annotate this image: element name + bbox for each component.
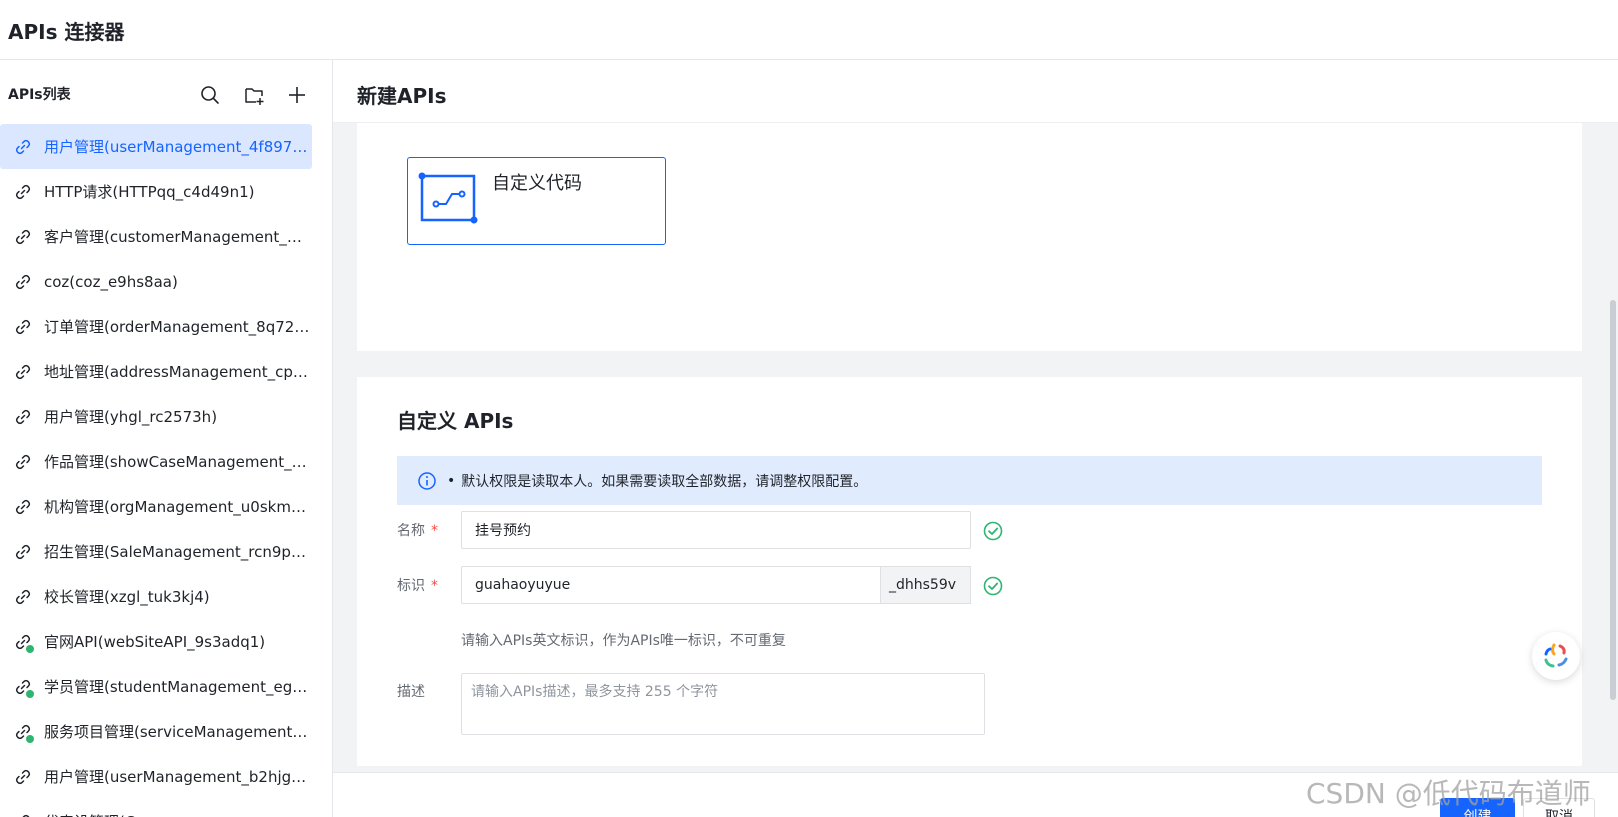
api-list-item-label: 代表设管理(Company... (44, 811, 208, 817)
api-list-item[interactable]: 机构管理(orgManagement_u0skmr2) (0, 484, 332, 529)
name-label: 名称 * (397, 520, 438, 540)
identifier-suffix: _dhhs59v (881, 566, 971, 604)
api-list-item[interactable]: 招生管理(SaleManagement_rcn9py4) (0, 529, 332, 574)
permission-notice: • 默认权限是读取本人。如果需要读取全部数据，请调整权限配置。 (397, 456, 1542, 505)
name-input[interactable] (461, 511, 971, 549)
api-list-item-label: 用户管理(userManagement_4f8978b) (44, 138, 310, 156)
api-list-item-label: coz(coz_e9hs8aa) (44, 272, 178, 291)
new-folder-icon[interactable] (243, 84, 265, 106)
scrollbar-thumb[interactable] (1610, 300, 1616, 700)
api-list-item-label: 校长管理(xzgl_tuk3kj4) (44, 588, 210, 606)
link-icon (14, 228, 32, 246)
link-icon (14, 138, 32, 156)
valid-check-icon (983, 576, 1003, 596)
section-title: 自定义 APIs (397, 409, 514, 433)
link-icon (14, 183, 32, 201)
id-label: 标识 * (397, 575, 438, 595)
link-icon (14, 273, 32, 291)
sidebar-title: APIs列表 (8, 87, 71, 103)
api-list-item-label: 订单管理(orderManagement_8q72kth) (44, 318, 310, 336)
custom-api-form: 自定义 APIs • 默认权限是读取本人。如果需要读取全部数据，请调整权限配置。… (357, 377, 1582, 766)
api-list-item-label: 服务项目管理(serviceManagement_wf... (44, 723, 310, 741)
link-icon (14, 588, 32, 606)
api-list-item-label: 用户管理(userManagement_b2hjgd4) (44, 768, 310, 786)
api-list-item[interactable]: 作品管理(showCaseManagement_yjjm... (0, 439, 332, 484)
link-icon (14, 768, 32, 786)
api-list-item[interactable]: 官网API(webSiteAPI_9s3adq1) (0, 619, 332, 664)
main-header: 新建APIs (333, 60, 1618, 123)
link-icon (14, 363, 32, 381)
api-list-item[interactable]: 用户管理(userManagement_b2hjgd4) (0, 754, 332, 799)
info-icon (418, 471, 436, 490)
published-badge-icon (26, 734, 34, 743)
assistant-float-button[interactable] (1532, 632, 1580, 680)
valid-check-icon (983, 521, 1003, 541)
notice-text: 默认权限是读取本人。如果需要读取全部数据，请调整权限配置。 (461, 473, 868, 490)
link-icon (14, 318, 32, 336)
api-list-item[interactable]: 地址管理(addressManagement_cpyzq... (0, 349, 332, 394)
link-icon (14, 633, 34, 653)
api-list-item-label: 官网API(webSiteAPI_9s3adq1) (44, 633, 266, 651)
name-label-text: 名称 (397, 523, 425, 539)
api-list-item-label: 学员管理(studentManagement_eg7jud... (44, 678, 310, 696)
link-icon (14, 408, 32, 426)
id-label-text: 标识 (397, 578, 425, 594)
api-list-item[interactable]: 用户管理(userManagement_4f8978b) (0, 124, 312, 169)
main-panel: 新建APIs 自定义代码 自定义 APIs • 默认权限是读取本人。如果需要读取… (333, 60, 1618, 817)
api-list-item[interactable]: 用户管理(yhgl_rc2573h) (0, 394, 332, 439)
search-icon[interactable] (199, 84, 221, 106)
api-list-item-label: 招生管理(SaleManagement_rcn9py4) (44, 543, 310, 561)
description-textarea[interactable] (461, 673, 985, 735)
api-list-item[interactable]: HTTP请求(HTTPqq_c4d49n1) (0, 169, 332, 214)
api-list-item[interactable]: 客户管理(customerManagement_2fy3... (0, 214, 332, 259)
required-mark: * (431, 523, 438, 539)
top-bar: APIs 连接器 (0, 0, 1618, 60)
api-sidebar: APIs列表 用户管理(userManagement_4f8978b) HTTP请… (0, 60, 333, 817)
assistant-icon (1544, 643, 1568, 668)
api-list-item[interactable]: 学员管理(studentManagement_eg7jud... (0, 664, 332, 709)
published-badge-icon (26, 689, 34, 698)
api-list-item-label: 作品管理(showCaseManagement_yjjm... (44, 453, 310, 471)
code-template-icon (418, 172, 478, 224)
watermark: CSDN @低代码布道师 (1306, 777, 1591, 810)
sidebar-header: APIs列表 (0, 60, 332, 124)
template-label: 自定义代码 (492, 173, 582, 194)
description-label: 描述 (397, 684, 425, 700)
api-list-item-label: 机构管理(orgManagement_u0skmr2) (44, 498, 310, 516)
required-mark: * (431, 578, 438, 594)
published-badge-icon (26, 644, 34, 653)
api-list-item-label: HTTP请求(HTTPqq_c4d49n1) (44, 183, 255, 201)
api-list-item[interactable]: 代表设管理(Company... (0, 799, 332, 817)
identifier-input[interactable] (461, 566, 881, 604)
link-icon (14, 543, 32, 561)
add-icon[interactable] (286, 84, 308, 106)
api-list: 用户管理(userManagement_4f8978b) HTTP请求(HTTPq… (0, 124, 332, 817)
link-icon (14, 678, 34, 698)
link-icon (14, 813, 32, 817)
api-list-item-label: 用户管理(yhgl_rc2573h) (44, 408, 218, 426)
identifier-hint: 请输入APIs英文标识，作为APIs唯一标识，不可重复 (461, 633, 786, 649)
api-list-item-label: 地址管理(addressManagement_cpyzq... (44, 363, 310, 381)
api-list-item-label: 客户管理(customerManagement_2fy3... (44, 228, 310, 246)
api-list-item[interactable]: coz(coz_e9hs8aa) (0, 259, 332, 304)
app-title: APIs 连接器 (8, 20, 125, 44)
api-list-item[interactable]: 服务项目管理(serviceManagement_wf... (0, 709, 332, 754)
bullet: • (447, 472, 456, 489)
link-icon (14, 723, 34, 743)
page-title: 新建APIs (357, 84, 447, 108)
link-icon (14, 453, 32, 471)
api-list-item[interactable]: 订单管理(orderManagement_8q72kth) (0, 304, 332, 349)
custom-code-template-card[interactable]: 自定义代码 (407, 157, 666, 245)
api-list-item[interactable]: 校长管理(xzgl_tuk3kj4) (0, 574, 332, 619)
link-icon (14, 498, 32, 516)
